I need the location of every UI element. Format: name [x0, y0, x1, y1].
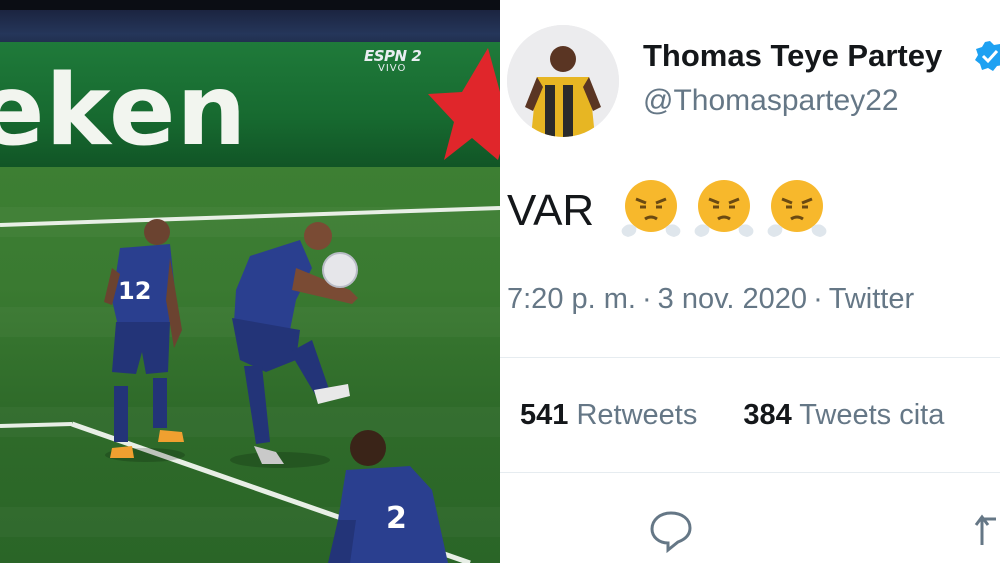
football-icon — [322, 252, 358, 288]
pitch-line-near — [0, 422, 73, 428]
meta-separator: · — [813, 283, 823, 315]
tweet-meta: 7:20 p. m. · 3 nov. 2020 · Twitter — [507, 283, 914, 316]
steam-face-emoji-icon — [767, 180, 827, 237]
retweets-label: Retweets — [576, 399, 698, 431]
tweet-time[interactable]: 7:20 p. m. — [507, 283, 636, 315]
player-number-2 — [328, 430, 448, 563]
divider — [500, 472, 1000, 473]
player-number-2-label: 2 — [386, 501, 407, 536]
match-photo: eken ESPN 2 VIVO 12 2 — [0, 0, 500, 563]
avatar-image — [507, 25, 619, 137]
reply-icon[interactable] — [648, 507, 694, 553]
pitch-line-far — [0, 206, 500, 227]
tweet-date[interactable]: 3 nov. 2020 — [658, 283, 807, 315]
retweet-icon[interactable] — [972, 507, 1000, 553]
quotes-count: 384 — [743, 399, 792, 431]
retweets-count: 541 — [520, 399, 569, 431]
handle[interactable]: @Thomaspartey22 — [643, 84, 899, 118]
player-handball — [230, 222, 358, 468]
quotes-stat[interactable]: 384 Tweets cita — [743, 399, 944, 431]
quotes-label: Tweets cita — [799, 399, 945, 431]
tweet-stats: 541 Retweets 384 Tweets cita — [520, 399, 944, 432]
verified-badge-icon — [975, 41, 1000, 71]
tweet-source[interactable]: Twitter — [829, 283, 914, 315]
tweet-text: VAR — [507, 186, 595, 235]
divider — [500, 357, 1000, 358]
tweet-card: Thomas Teye Partey @Thomaspartey22 VAR 7… — [500, 0, 1000, 563]
meta-separator: · — [641, 283, 652, 315]
player-number-12 — [104, 219, 185, 462]
avatar[interactable] — [507, 25, 619, 137]
steam-face-emoji-icon — [621, 180, 681, 237]
players-illustration: 12 2 — [0, 206, 500, 563]
display-name[interactable]: Thomas Teye Partey — [643, 38, 942, 74]
retweets-stat[interactable]: 541 Retweets — [520, 399, 697, 431]
player-number-12-label: 12 — [118, 277, 151, 305]
steam-face-emoji-icon — [694, 180, 754, 237]
